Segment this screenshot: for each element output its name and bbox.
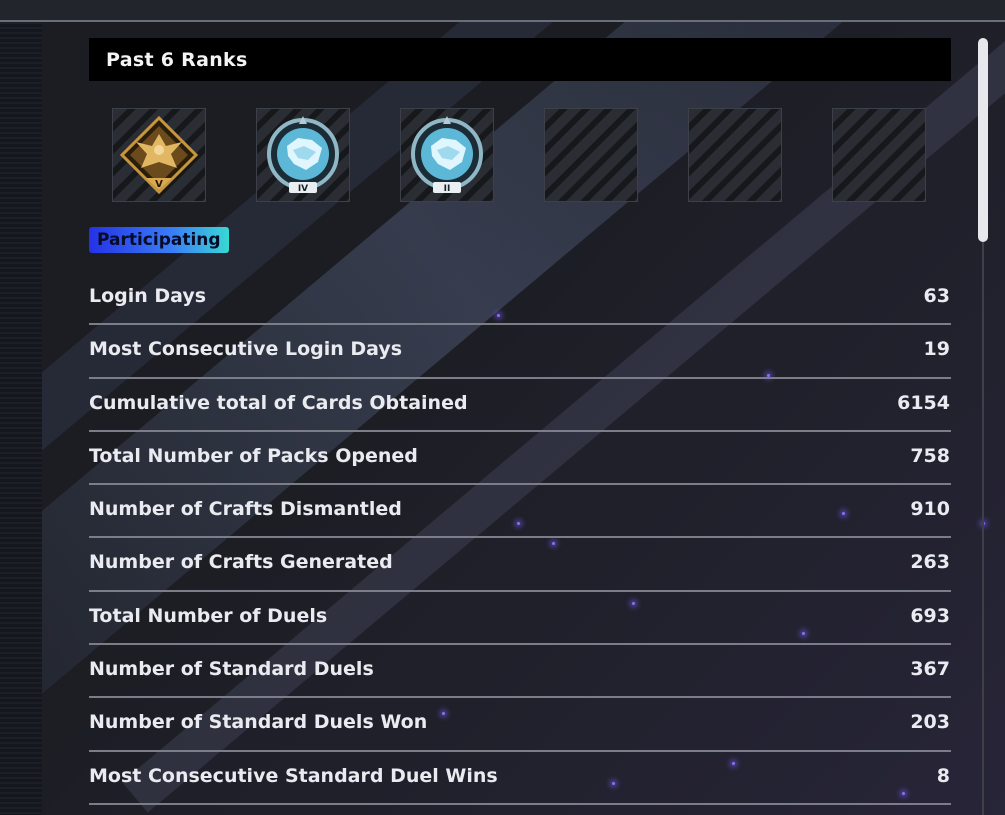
stat-row-crafts-dismantled: Number of Crafts Dismantled 910 bbox=[89, 485, 951, 539]
stat-value: 693 bbox=[910, 604, 950, 627]
stats-list: Login Days 63 Most Consecutive Login Day… bbox=[89, 272, 951, 805]
stat-label: Number of Crafts Generated bbox=[89, 551, 393, 574]
stat-label: Cumulative total of Cards Obtained bbox=[89, 391, 468, 414]
stat-row-login-days: Login Days 63 bbox=[89, 272, 951, 326]
scrollbar[interactable] bbox=[978, 38, 988, 815]
stat-label: Number of Standard Duels bbox=[89, 658, 374, 681]
stat-row-consecutive-duel-wins: Most Consecutive Standard Duel Wins 8 bbox=[89, 752, 951, 805]
stat-value: 263 bbox=[910, 551, 950, 574]
svg-text:V: V bbox=[155, 179, 163, 190]
stat-label: Most Consecutive Login Days bbox=[89, 338, 403, 361]
rank-slot-2[interactable]: IV bbox=[256, 108, 350, 202]
stat-label: Number of Crafts Dismantled bbox=[89, 498, 402, 521]
stat-label: Number of Standard Duels Won bbox=[89, 711, 428, 734]
rank-slot-6[interactable] bbox=[832, 108, 926, 202]
stat-value: 19 bbox=[923, 338, 950, 361]
stat-row-consecutive-login-days: Most Consecutive Login Days 19 bbox=[89, 325, 951, 379]
stat-row-total-duels: Total Number of Duels 693 bbox=[89, 592, 951, 646]
stat-label: Total Number of Packs Opened bbox=[89, 444, 418, 467]
rank-slot-5[interactable] bbox=[688, 108, 782, 202]
rank-slot-3[interactable]: II bbox=[400, 108, 494, 202]
stat-value: 8 bbox=[936, 764, 950, 787]
gold-rank-v-icon: V bbox=[119, 115, 199, 195]
stat-row-standard-duels: Number of Standard Duels 367 bbox=[89, 645, 951, 699]
platinum-rank-ii-icon: II bbox=[411, 116, 483, 194]
side-strip bbox=[0, 22, 42, 815]
stat-value: 758 bbox=[910, 444, 950, 467]
status-badge: Participating bbox=[89, 227, 229, 253]
stat-value: 910 bbox=[910, 498, 950, 521]
svg-text:II: II bbox=[444, 184, 451, 194]
platinum-rank-iv-icon: IV bbox=[267, 116, 339, 194]
top-bar bbox=[0, 0, 1005, 22]
stat-row-packs-opened: Total Number of Packs Opened 758 bbox=[89, 432, 951, 486]
stat-label: Total Number of Duels bbox=[89, 604, 328, 627]
svg-text:IV: IV bbox=[298, 184, 308, 194]
rank-slot-4[interactable] bbox=[544, 108, 638, 202]
stat-value: 6154 bbox=[897, 391, 950, 414]
section-header: Past 6 Ranks bbox=[89, 38, 951, 81]
stat-row-standard-duels-won: Number of Standard Duels Won 203 bbox=[89, 698, 951, 752]
rank-slot-1[interactable]: V bbox=[112, 108, 206, 202]
stat-value: 203 bbox=[910, 711, 950, 734]
stat-row-crafts-generated: Number of Crafts Generated 263 bbox=[89, 538, 951, 592]
stat-row-cards-obtained: Cumulative total of Cards Obtained 6154 bbox=[89, 379, 951, 432]
scrollbar-thumb[interactable] bbox=[978, 38, 988, 242]
stat-value: 63 bbox=[923, 285, 950, 307]
stat-label: Login Days bbox=[89, 285, 207, 307]
section-title: Past 6 Ranks bbox=[106, 48, 248, 71]
stat-value: 367 bbox=[910, 658, 950, 681]
stat-label: Most Consecutive Standard Duel Wins bbox=[89, 764, 498, 787]
